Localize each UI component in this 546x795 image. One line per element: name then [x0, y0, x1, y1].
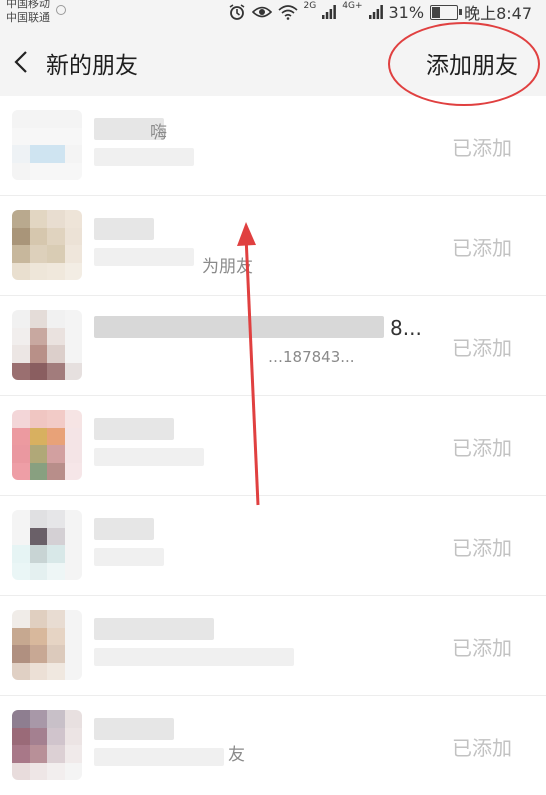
signal-icon — [322, 5, 337, 19]
contact-name-blurred — [94, 618, 214, 640]
battery-icon — [430, 4, 463, 20]
page-title: 新的朋友 — [46, 53, 138, 79]
contact-name: 嗨 — [150, 123, 167, 143]
added-status: 已添加 — [452, 636, 512, 660]
new-friends-list: 嗨 已添加 为朋友 已添加 8... …187843... 已添加 已添加 已添… — [0, 96, 546, 795]
sim-icon — [56, 5, 66, 15]
alarm-icon — [229, 4, 244, 20]
avatar — [12, 410, 82, 480]
carrier-label-2: 中国联通 — [6, 11, 50, 24]
list-item[interactable]: 已添加 — [0, 396, 546, 496]
contact-name-blurred — [94, 418, 174, 440]
added-status: 已添加 — [452, 536, 512, 560]
added-status: 已添加 — [452, 136, 512, 160]
contact-message-blurred — [94, 748, 224, 766]
contact-name-blurred — [94, 316, 384, 338]
eye-icon — [251, 6, 272, 18]
contact-message-blurred — [94, 648, 294, 666]
clock: 晚上8:47 — [464, 4, 532, 23]
contact-name-blurred — [94, 518, 154, 540]
added-status: 已添加 — [452, 436, 512, 460]
carrier-label-1: 中国移动 — [6, 0, 50, 10]
status-icons: 2G 4G+ 31% 晚上8:47 — [228, 0, 532, 24]
contact-message: …187843... — [268, 348, 355, 366]
highlight-circle-annotation — [388, 22, 540, 106]
contact-message: 为朋友 — [202, 257, 253, 277]
avatar — [12, 710, 82, 780]
contact-message-blurred — [94, 448, 204, 466]
added-status: 已添加 — [452, 236, 512, 260]
list-item[interactable]: 8... …187843... 已添加 — [0, 296, 546, 396]
avatar — [12, 110, 82, 180]
list-item[interactable]: 友 已添加 — [0, 696, 546, 795]
contact-message-blurred — [94, 548, 164, 566]
contact-name-blurred — [94, 718, 174, 740]
added-status: 已添加 — [452, 336, 512, 360]
contact-message-blurred — [94, 148, 194, 166]
network-type-2: 4G+ — [342, 1, 363, 11]
signal-icon — [368, 5, 383, 19]
list-item[interactable]: 嗨 已添加 — [0, 96, 546, 196]
chevron-left-icon[interactable] — [12, 50, 32, 74]
network-type-1: 2G — [303, 1, 317, 11]
avatar — [12, 210, 82, 280]
added-status: 已添加 — [452, 736, 512, 760]
list-item[interactable]: 为朋友 已添加 — [0, 196, 546, 296]
contact-name-blurred — [94, 218, 154, 240]
contact-message: 友 — [228, 745, 245, 765]
avatar — [12, 510, 82, 580]
contact-message-blurred — [94, 248, 194, 266]
avatar — [12, 610, 82, 680]
list-item[interactable]: 已添加 — [0, 496, 546, 596]
wifi-icon — [278, 5, 298, 20]
battery-percent: 31% — [388, 2, 425, 22]
contact-name: 8... — [390, 316, 422, 340]
avatar — [12, 310, 82, 380]
list-item[interactable]: 已添加 — [0, 596, 546, 696]
